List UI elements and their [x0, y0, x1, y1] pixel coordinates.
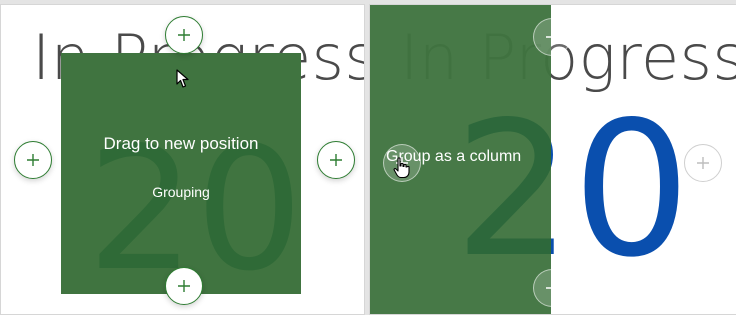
plus-icon: [178, 29, 190, 41]
plus-icon: [546, 282, 558, 294]
drop-target-bottom[interactable]: [533, 269, 571, 307]
left-panel: In Progress 20 Drag to new position Grou…: [0, 4, 365, 315]
plus-icon: [330, 154, 342, 166]
right-panel: In Progress 20 20 Group as a column: [369, 4, 736, 315]
drop-target-bottom[interactable]: [165, 267, 203, 305]
overlay-title: Drag to new position: [103, 134, 259, 153]
overlay-subtitle: Grouping: [152, 184, 210, 200]
drop-target-top[interactable]: [165, 16, 203, 54]
hand-pointer-icon: [393, 157, 410, 179]
drop-target-top[interactable]: [533, 18, 571, 56]
plus-icon: [178, 280, 190, 292]
drop-target-left[interactable]: [14, 141, 52, 179]
drag-overlay[interactable]: 20 Drag to new position Grouping: [61, 53, 301, 294]
drop-target-right[interactable]: [317, 141, 355, 179]
plus-icon: [697, 157, 709, 169]
plus-icon: [546, 31, 558, 43]
plus-icon: [27, 154, 39, 166]
drop-target-right[interactable]: [684, 144, 722, 182]
arrow-cursor-icon: [176, 69, 189, 88]
ghost-number: 20: [454, 97, 551, 283]
